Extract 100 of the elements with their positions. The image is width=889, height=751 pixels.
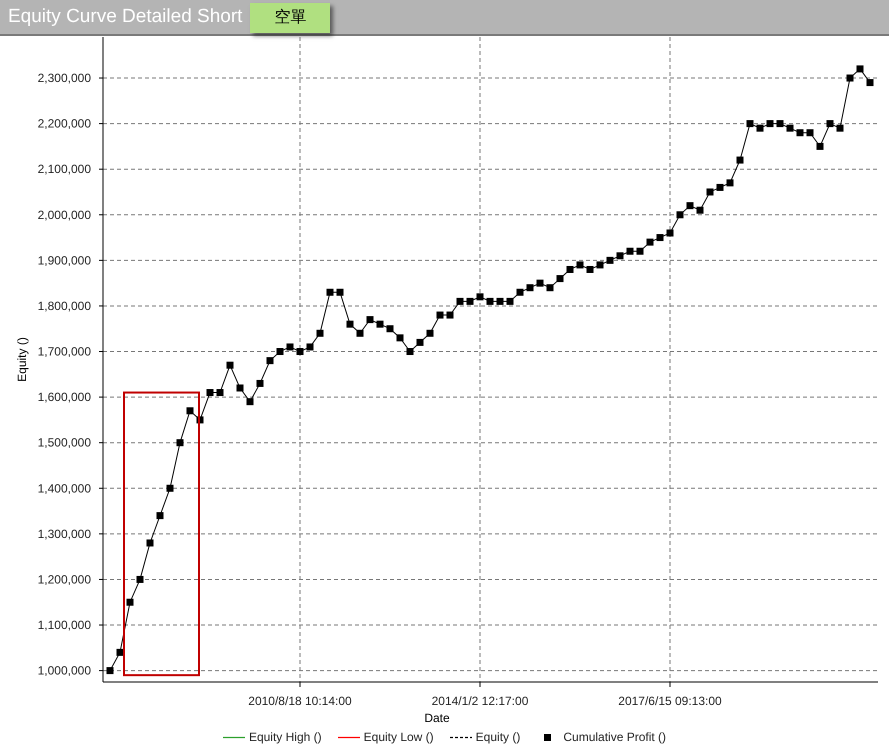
data-point	[326, 288, 334, 296]
data-point	[426, 330, 434, 337]
y-tick-label: 1,200,000	[38, 572, 91, 586]
legend-label: Equity High ()	[248, 729, 322, 746]
y-tick-label: 2,300,000	[38, 71, 91, 86]
data-point	[156, 512, 164, 520]
data-point	[716, 184, 724, 191]
data-point	[146, 539, 154, 546]
data-point	[776, 120, 784, 128]
data-point	[576, 261, 584, 268]
data-point	[496, 298, 504, 305]
y-tick-label: 2,000,000	[38, 208, 91, 222]
data-point	[206, 389, 214, 396]
data-point	[586, 266, 594, 273]
data-point	[676, 211, 684, 218]
data-point	[706, 188, 714, 196]
data-point	[486, 298, 494, 305]
data-point	[556, 275, 564, 282]
data-point	[656, 234, 664, 242]
data-point	[736, 156, 744, 164]
data-point	[436, 312, 444, 319]
y-tick-label: 1,700,000	[38, 344, 91, 359]
data-point	[386, 325, 394, 332]
data-point	[686, 202, 694, 210]
data-point	[616, 252, 624, 260]
data-point	[546, 284, 554, 292]
data-point	[836, 124, 844, 132]
x-tick-label: 2014/1/2 12:17:00	[432, 694, 528, 708]
data-point	[286, 343, 294, 350]
y-tick-label: 2,100,000	[38, 162, 91, 176]
x-axis-title: Date	[424, 711, 450, 725]
data-point	[356, 330, 364, 337]
data-point	[226, 362, 234, 369]
y-tick-label: 1,000,000	[38, 664, 91, 678]
data-point	[396, 334, 404, 342]
legend-label: Equity ()	[476, 729, 520, 746]
data-point	[376, 320, 384, 328]
data-point	[506, 298, 514, 305]
data-point	[366, 316, 374, 324]
data-point	[726, 179, 734, 186]
data-point	[166, 484, 174, 492]
data-point	[316, 330, 324, 337]
data-point	[596, 261, 604, 268]
data-point	[176, 439, 184, 446]
data-point	[256, 380, 264, 387]
data-point	[846, 74, 854, 82]
data-point	[806, 129, 814, 136]
data-point	[236, 384, 244, 392]
data-point	[816, 142, 824, 150]
data-point	[636, 248, 644, 255]
x-tick-label: 2017/6/15 09:13:00	[618, 694, 722, 708]
y-tick-label: 1,900,000	[38, 253, 91, 268]
data-point	[186, 407, 194, 414]
data-point	[786, 124, 794, 132]
x-tick-label: 2010/8/18 10:14:00	[248, 694, 352, 708]
y-tick-label: 1,300,000	[38, 526, 91, 541]
legend-label: Equity Low ()	[364, 729, 434, 746]
data-point	[216, 389, 224, 396]
data-point	[766, 120, 774, 128]
y-tick-label: 1,400,000	[38, 481, 91, 496]
y-tick-label: 1,500,000	[38, 436, 91, 450]
data-point	[416, 338, 424, 346]
data-point	[406, 348, 414, 356]
data-point	[246, 398, 254, 406]
data-point	[856, 65, 864, 72]
data-point	[106, 667, 114, 674]
data-point	[476, 293, 484, 300]
data-point	[646, 238, 654, 246]
y-tick-label: 1,600,000	[38, 390, 91, 404]
short-tab[interactable]: 空單	[250, 3, 330, 33]
data-point	[516, 288, 524, 296]
data-point	[336, 288, 344, 296]
data-point	[306, 343, 314, 350]
y-tick-label: 2,200,000	[38, 116, 91, 131]
data-point	[866, 79, 874, 86]
data-point	[826, 120, 834, 128]
legend-label: Cumulative Profit ()	[563, 729, 666, 746]
data-point	[456, 298, 464, 305]
data-point	[116, 648, 124, 656]
data-point	[756, 124, 764, 132]
data-point	[276, 348, 284, 356]
y-tick-label: 1,100,000	[38, 618, 91, 632]
data-point	[266, 357, 274, 364]
header-title: Equity Curve Detailed Short	[8, 4, 242, 29]
data-point	[536, 280, 544, 287]
data-point	[746, 120, 754, 128]
y-axis-title: Equity ()	[15, 337, 29, 382]
data-point	[446, 312, 454, 319]
data-point	[526, 284, 534, 292]
data-point	[796, 129, 804, 136]
data-point	[666, 230, 674, 236]
data-point	[696, 206, 704, 214]
data-point	[466, 298, 474, 305]
data-point	[136, 576, 144, 583]
data-point	[346, 320, 354, 328]
data-point	[626, 248, 634, 255]
data-point	[296, 348, 304, 356]
data-point	[606, 256, 614, 264]
data-point	[126, 598, 134, 606]
data-point	[566, 266, 574, 273]
